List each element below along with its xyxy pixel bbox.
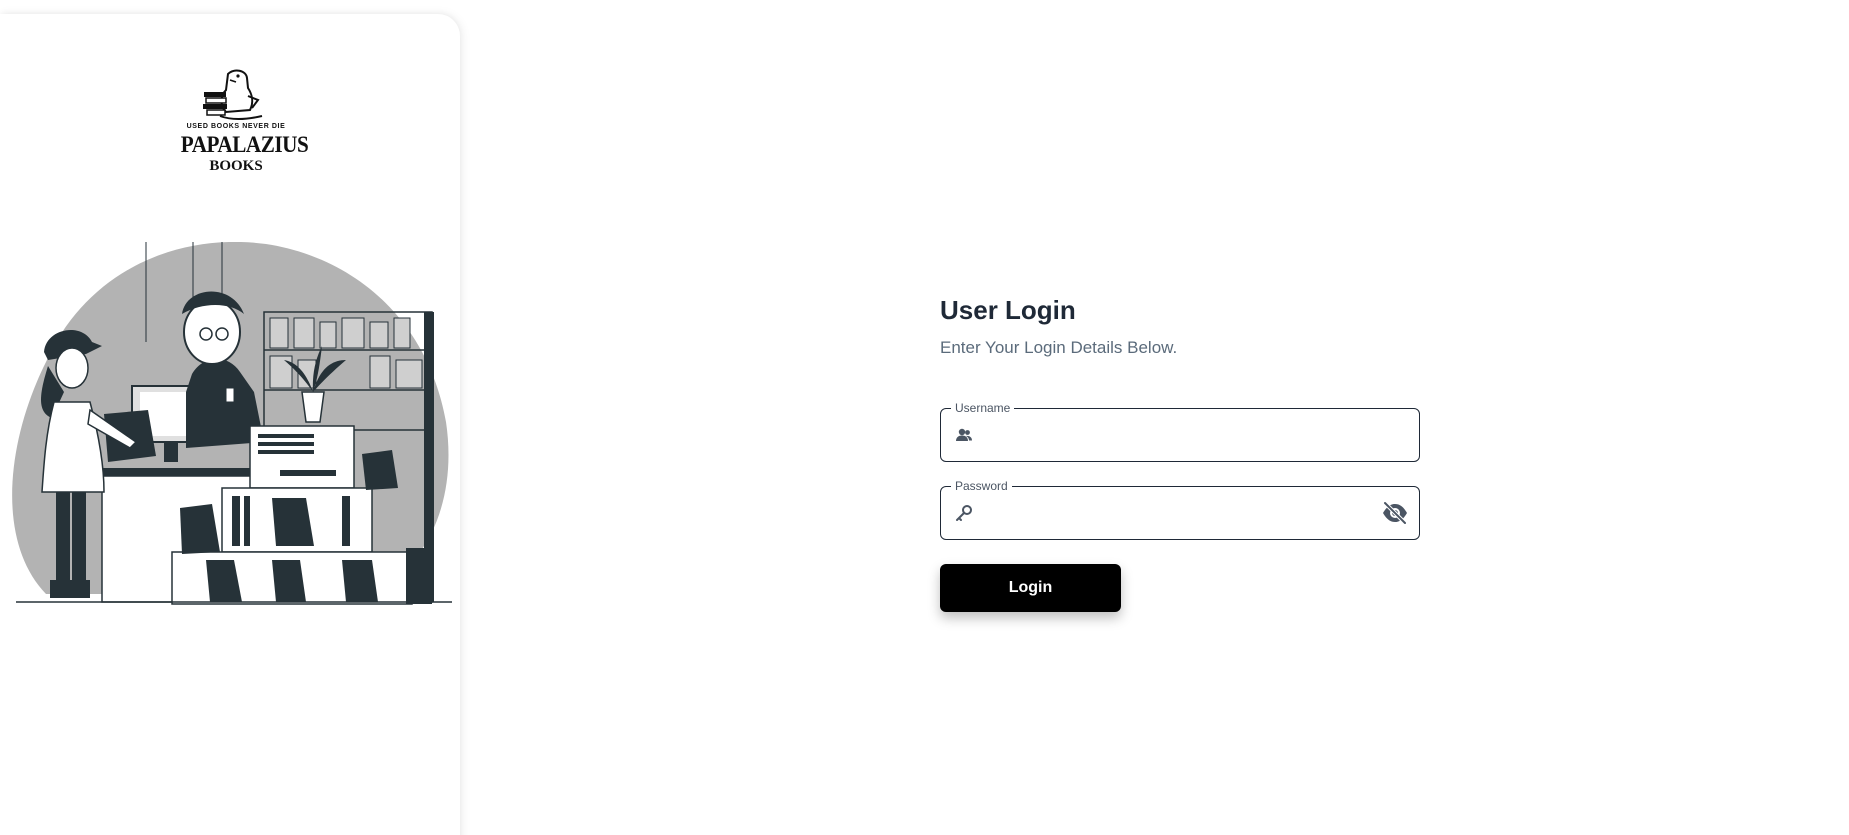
username-label: Username [951, 401, 1015, 415]
brand-subname: BOOKS [209, 158, 263, 174]
login-button[interactable]: Login [940, 564, 1121, 612]
bookstore-checkout-illustration [12, 242, 452, 605]
user-group-icon [956, 428, 972, 441]
page-title: User Login [940, 295, 1076, 325]
eye-slash-icon[interactable] [1381, 500, 1409, 526]
password-label: Password [951, 479, 1012, 493]
branding-panel: USED BOOKS NEVER DIE PAPALAZIUS BOOKS [0, 14, 460, 835]
login-page: USED BOOKS NEVER DIE PAPALAZIUS BOOKS Us… [0, 0, 1849, 835]
brand-logo: USED BOOKS NEVER DIE PAPALAZIUS BOOKS [176, 66, 309, 190]
key-icon [956, 505, 972, 521]
login-form: User Login Enter Your Login Details Belo… [940, 290, 1422, 612]
dinosaur-books-logo-icon [203, 69, 263, 120]
brand-name: PAPALAZIUS [180, 132, 309, 157]
username-field[interactable]: Username [940, 401, 1420, 462]
password-input[interactable] [985, 495, 1369, 533]
password-field[interactable]: Password [940, 479, 1420, 540]
page-subtitle: Enter Your Login Details Below. [940, 338, 1178, 357]
brand-tagline: USED BOOKS NEVER DIE [186, 123, 286, 130]
username-input[interactable] [985, 417, 1369, 455]
